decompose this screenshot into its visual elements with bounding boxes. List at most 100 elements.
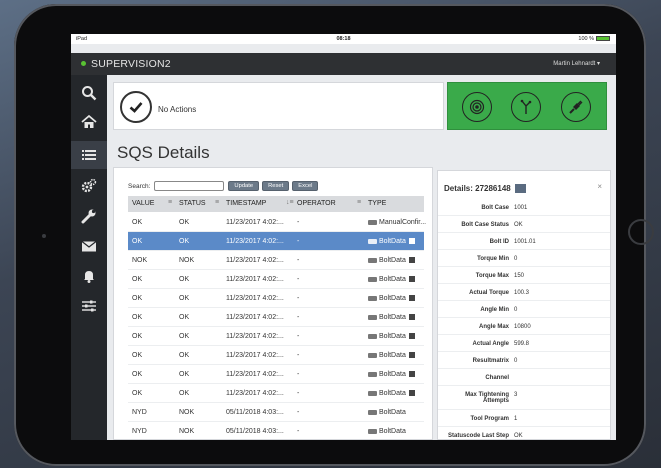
cell-value: NYD	[132, 409, 147, 416]
update-button[interactable]: Update	[228, 181, 260, 191]
home-button[interactable]	[628, 219, 654, 245]
list-icon[interactable]	[71, 141, 107, 169]
info-badge-icon[interactable]	[408, 295, 415, 302]
column-header-status[interactable]: ≡ STATUS	[168, 199, 206, 207]
target-icon[interactable]	[462, 92, 492, 122]
bolt-icon	[368, 333, 377, 339]
bolt-icon	[368, 371, 377, 377]
detail-key: Bolt Case Status	[461, 222, 509, 228]
cell-status: OK	[179, 238, 190, 245]
cell-value: OK	[132, 352, 143, 359]
cell-type: BoltData	[368, 409, 406, 416]
info-badge-icon[interactable]	[408, 390, 415, 397]
brand-title[interactable]: SUPERVISION2	[91, 58, 171, 70]
column-header-timestamp[interactable]: ≡ TIMESTAMP	[215, 199, 266, 207]
detail-value: 0	[514, 307, 518, 313]
no-actions-panel: No Actions	[113, 82, 444, 130]
table-row[interactable]: OK OK 11/23/2017 4:02:... - BoltData	[128, 384, 424, 403]
table-row[interactable]: OK OK 11/23/2017 4:02:... - ManualConfir...	[128, 213, 426, 232]
cell-operator: -	[297, 428, 300, 435]
cell-timestamp: 11/23/2017 4:02:...	[226, 276, 284, 283]
detail-key: Torque Min	[477, 256, 509, 262]
detail-value: 1001	[514, 205, 528, 211]
cell-value: OK	[132, 371, 143, 378]
sort-icon: ≡	[215, 199, 220, 206]
type-label: BoltData	[379, 295, 406, 302]
bell-icon[interactable]	[71, 262, 107, 290]
cell-operator: -	[297, 219, 300, 226]
checkmark-icon	[120, 91, 152, 123]
sliders-icon[interactable]	[71, 292, 107, 320]
cell-value: OK	[132, 276, 143, 283]
cell-value: OK	[132, 333, 143, 340]
cell-status: OK	[179, 314, 190, 321]
info-badge-icon[interactable]	[408, 257, 415, 264]
cell-timestamp: 11/23/2017 4:02:...	[226, 371, 284, 378]
info-badge-icon[interactable]	[408, 276, 415, 283]
column-header-operator[interactable]: ↓≡ OPERATOR	[286, 199, 336, 207]
column-header-value[interactable]: VALUE	[132, 200, 154, 207]
type-label: BoltData	[379, 257, 406, 264]
cell-value: OK	[132, 314, 143, 321]
page-title: SQS Details	[117, 143, 210, 162]
table-row[interactable]: OK OK 11/23/2017 4:02:... - BoltData	[128, 289, 424, 308]
sort-icon: ≡	[168, 199, 173, 206]
info-badge-icon[interactable]	[408, 333, 415, 340]
excel-button[interactable]: Excel	[292, 181, 319, 191]
detail-value: 10800	[514, 324, 531, 330]
table-row[interactable]: NOK NOK 11/23/2017 4:02:... - BoltData	[128, 251, 424, 270]
envelope-icon[interactable]	[71, 232, 107, 260]
cogs-icon[interactable]	[71, 172, 107, 200]
table-row[interactable]: OK OK 11/23/2017 4:02:... - BoltData	[128, 365, 424, 384]
type-label: BoltData	[379, 276, 406, 283]
cell-status: NOK	[179, 409, 195, 416]
chart-icon[interactable]	[514, 184, 526, 194]
search-label: Search:	[128, 182, 151, 190]
cell-value: OK	[132, 219, 143, 226]
plug-icon[interactable]	[561, 92, 591, 122]
table-row[interactable]: NYD NOK 05/11/2018 4:03:... - BoltData	[128, 403, 424, 422]
cell-timestamp: 11/23/2017 4:02:...	[226, 238, 284, 245]
table-row[interactable]: OK OK 11/23/2017 4:02:... - BoltData	[128, 327, 424, 346]
cell-timestamp: 11/23/2017 4:02:...	[226, 219, 284, 226]
cell-status: OK	[179, 390, 190, 397]
cell-operator: -	[297, 276, 300, 283]
table-row[interactable]: OK OK 11/23/2017 4:02:... - BoltData	[128, 346, 424, 365]
info-badge-icon[interactable]	[408, 314, 415, 321]
sidebar	[71, 75, 107, 440]
details-title: Details: 27286148	[444, 184, 511, 193]
bolt-icon	[368, 276, 377, 282]
table-row[interactable]: OK OK 11/23/2017 4:02:... - BoltData	[128, 232, 424, 251]
cell-timestamp: 05/11/2018 4:03:...	[226, 428, 284, 435]
search-input[interactable]	[154, 181, 225, 191]
home-icon[interactable]	[71, 108, 107, 136]
detail-key: Channel	[485, 375, 509, 381]
detail-key: Max Tightening Attempts	[465, 392, 509, 404]
user-menu[interactable]: Martin Lehnardt ▾	[553, 60, 600, 67]
cell-value: NYD	[132, 428, 147, 435]
cell-operator: -	[297, 352, 300, 359]
cell-value: OK	[132, 295, 143, 302]
table-row[interactable]: OK OK 11/23/2017 4:02:... - BoltData	[128, 270, 424, 289]
close-icon[interactable]: ×	[597, 182, 602, 191]
table-row[interactable]: NYD NOK 05/11/2018 4:03:... - BoltData	[128, 422, 424, 439]
info-badge-icon[interactable]	[408, 352, 415, 359]
reset-button[interactable]: Reset	[262, 181, 290, 191]
info-badge-icon[interactable]	[408, 238, 415, 245]
branch-icon[interactable]	[511, 92, 541, 122]
detail-value: 150	[514, 273, 525, 279]
detail-row: Bolt Case 1001	[438, 201, 610, 216]
cell-timestamp: 05/11/2018 4:03:...	[226, 409, 284, 416]
cell-status: OK	[179, 352, 190, 359]
wrench-icon[interactable]	[71, 202, 107, 230]
detail-key: Torque Max	[475, 273, 509, 279]
battery-text: 100 %	[578, 36, 594, 42]
cell-operator: -	[297, 238, 300, 245]
info-badge-icon[interactable]	[408, 371, 415, 378]
actions-panel	[447, 82, 607, 130]
table-card: Search: Update Reset Excel VALUE ≡ STATUS…	[113, 167, 433, 440]
cell-status: OK	[179, 333, 190, 340]
column-header-type[interactable]: ≡ TYPE	[357, 199, 386, 207]
search-icon[interactable]	[71, 79, 107, 107]
table-row[interactable]: OK OK 11/23/2017 4:02:... - BoltData	[128, 308, 424, 327]
